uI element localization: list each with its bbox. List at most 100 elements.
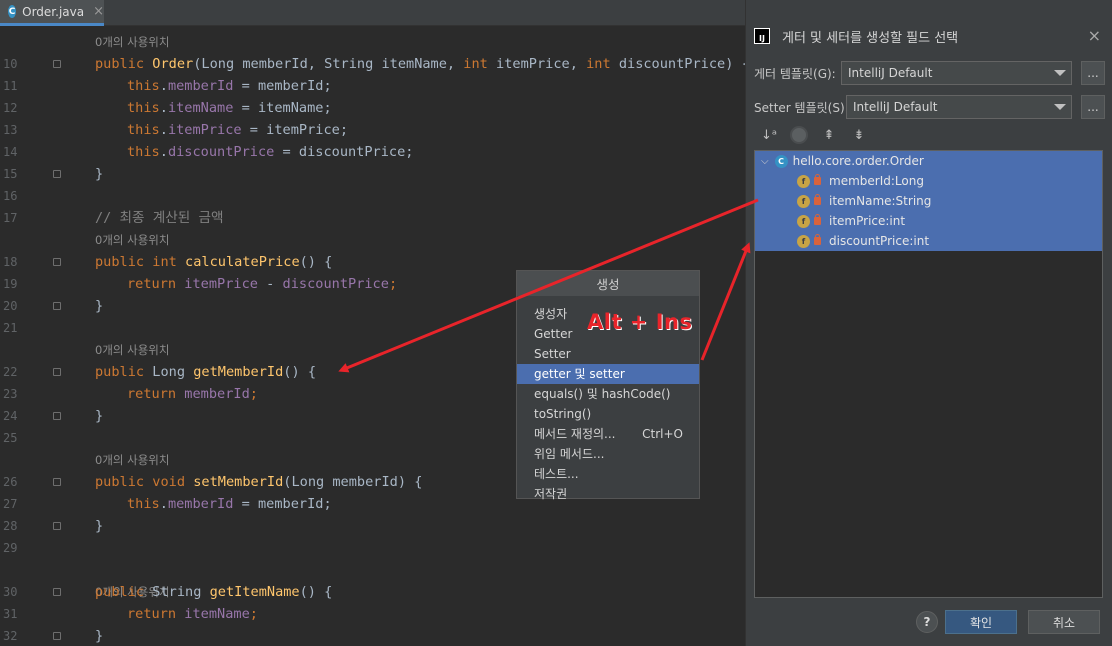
field-icon: f xyxy=(797,194,810,208)
tree-toolbar: ↓ᵃ ⇞ ⇟ xyxy=(758,124,878,146)
fold-marker[interactable] xyxy=(53,478,61,486)
menu-item-override-methods[interactable]: 메서드 재정의... Ctrl+O xyxy=(517,424,699,444)
fold-marker[interactable] xyxy=(53,258,61,266)
code-line[interactable]: public String getItemName() { xyxy=(95,581,332,603)
field-tree[interactable]: ⌵ C hello.core.order.Order f memberId:Lo… xyxy=(754,150,1103,598)
collapse-all-icon[interactable]: ⇟ xyxy=(848,124,870,146)
line-number: 17 xyxy=(3,211,18,225)
getter-template-label: 게터 템플릿(G): xyxy=(754,66,836,81)
line-number: 13 xyxy=(3,123,18,137)
fold-marker[interactable] xyxy=(53,368,61,376)
line-number: 11 xyxy=(3,79,18,93)
sort-alpha-icon[interactable]: ↓ᵃ xyxy=(758,124,780,146)
tree-field-item[interactable]: f discountPrice:int xyxy=(797,231,929,251)
code-line[interactable]: return itemPrice - discountPrice; xyxy=(127,273,397,295)
getter-template-row: 게터 템플릿(G): IntelliJ Default ... xyxy=(754,61,1105,85)
setter-template-row: Setter 템플릿(S): IntelliJ Default ... xyxy=(754,95,1105,119)
code-line[interactable]: public void setMemberId(Long memberId) { xyxy=(95,471,422,493)
menu-item-getter-and-setter[interactable]: getter 및 setter xyxy=(517,364,699,384)
menu-item-delegate-methods[interactable]: 위임 메서드... xyxy=(517,444,699,464)
code-line[interactable]: return memberId; xyxy=(127,383,258,405)
menu-item-tostring[interactable]: toString() xyxy=(517,404,699,424)
getter-template-select[interactable]: IntelliJ Default xyxy=(841,61,1072,85)
line-number: 25 xyxy=(3,431,18,445)
line-number: 29 xyxy=(3,541,18,555)
usage-hint[interactable]: 0개의 사용위치 xyxy=(95,31,169,53)
tab-order-java[interactable]: C Order.java × xyxy=(0,0,104,26)
lock-icon xyxy=(814,234,821,245)
tree-field-item[interactable]: f memberId:Long xyxy=(797,171,924,191)
fold-marker[interactable] xyxy=(53,588,61,596)
line-number: 28 xyxy=(3,519,18,533)
setter-template-select[interactable]: IntelliJ Default xyxy=(846,95,1072,119)
line-number: 12 xyxy=(3,101,18,115)
lock-icon xyxy=(814,174,821,185)
field-icon: f xyxy=(797,234,810,248)
fold-marker[interactable] xyxy=(53,60,61,68)
code-line[interactable]: } xyxy=(95,163,103,185)
chevron-down-icon[interactable]: ⌵ xyxy=(761,156,769,167)
code-line[interactable]: this.discountPrice = discountPrice; xyxy=(127,141,413,163)
help-button[interactable]: ? xyxy=(916,611,938,633)
code-line[interactable]: } xyxy=(95,295,103,317)
line-number: 15 xyxy=(3,167,18,181)
class-icon: C xyxy=(8,5,17,18)
chevron-down-icon xyxy=(1054,104,1066,110)
line-number: 16 xyxy=(3,189,18,203)
chevron-down-icon xyxy=(1054,70,1066,76)
code-line[interactable]: public int calculatePrice() { xyxy=(95,251,332,273)
code-line[interactable]: this.itemName = itemName; xyxy=(127,97,332,119)
editor-tab-bar: C Order.java × xyxy=(0,0,745,26)
code-line[interactable]: public Order(Long memberId, String itemN… xyxy=(95,53,750,75)
fold-marker[interactable] xyxy=(53,170,61,178)
line-number: 32 xyxy=(3,629,18,643)
shortcut-annotation: Alt + Ins xyxy=(587,310,693,334)
tree-root-class[interactable]: ⌵ C hello.core.order.Order xyxy=(761,151,924,171)
usage-hint[interactable]: 0개의 사용위치 xyxy=(95,229,169,251)
expand-all-icon[interactable]: ⇞ xyxy=(818,124,840,146)
menu-item-test[interactable]: 테스트... xyxy=(517,464,699,484)
menu-item-copyright[interactable]: 저작권 xyxy=(517,484,699,504)
code-line[interactable]: public Long getMemberId() { xyxy=(95,361,316,383)
close-icon[interactable]: × xyxy=(1088,26,1101,45)
code-line[interactable]: this.memberId = memberId; xyxy=(127,75,332,97)
usage-hint[interactable]: 0개의 사용위치 xyxy=(95,339,169,361)
field-icon: f xyxy=(797,174,810,188)
tree-field-item[interactable]: f itemPrice:int xyxy=(797,211,905,231)
lock-icon xyxy=(814,214,821,225)
usage-hint[interactable]: 0개의 사용위치 xyxy=(95,449,169,471)
code-comment[interactable]: // 최종 계산된 금액 xyxy=(95,207,223,229)
line-number: 31 xyxy=(3,607,18,621)
line-number: 21 xyxy=(3,321,18,335)
code-line[interactable]: } xyxy=(95,405,103,427)
dialog-title: 게터 및 세터를 생성할 필드 선택 xyxy=(782,30,959,46)
ok-button[interactable]: 확인 xyxy=(945,610,1017,634)
line-number: 27 xyxy=(3,497,18,511)
setter-template-browse-button[interactable]: ... xyxy=(1081,95,1105,119)
menu-shortcut: Ctrl+O xyxy=(642,427,683,441)
fold-marker[interactable] xyxy=(53,522,61,530)
code-line[interactable]: return itemName; xyxy=(127,603,258,625)
line-number: 18 xyxy=(3,255,18,269)
code-line[interactable]: } xyxy=(95,515,103,537)
menu-item-equals-hashcode[interactable]: equals() 및 hashCode() xyxy=(517,384,699,404)
line-number: 14 xyxy=(3,145,18,159)
dialog-title-bar: IJ 게터 및 세터를 생성할 필드 선택 × xyxy=(754,24,1105,48)
getter-template-browse-button[interactable]: ... xyxy=(1081,61,1105,85)
line-number: 10 xyxy=(3,57,18,71)
menu-item-setter[interactable]: Setter xyxy=(517,344,699,364)
line-number: 23 xyxy=(3,387,18,401)
tree-field-item[interactable]: f itemName:String xyxy=(797,191,931,211)
code-line[interactable]: this.itemPrice = itemPrice; xyxy=(127,119,348,141)
code-line[interactable]: } xyxy=(95,625,103,646)
close-icon[interactable]: × xyxy=(93,4,104,19)
fold-marker[interactable] xyxy=(53,412,61,420)
fold-marker[interactable] xyxy=(53,302,61,310)
generate-popup: 생성 생성자 Getter Setter getter 및 setter equ… xyxy=(516,270,700,501)
show-inherited-icon[interactable] xyxy=(788,124,810,146)
lock-icon xyxy=(814,194,821,205)
fold-marker[interactable] xyxy=(53,632,61,640)
cancel-button[interactable]: 취소 xyxy=(1028,610,1100,634)
code-line[interactable]: this.memberId = memberId; xyxy=(127,493,332,515)
popup-title: 생성 xyxy=(517,271,699,296)
